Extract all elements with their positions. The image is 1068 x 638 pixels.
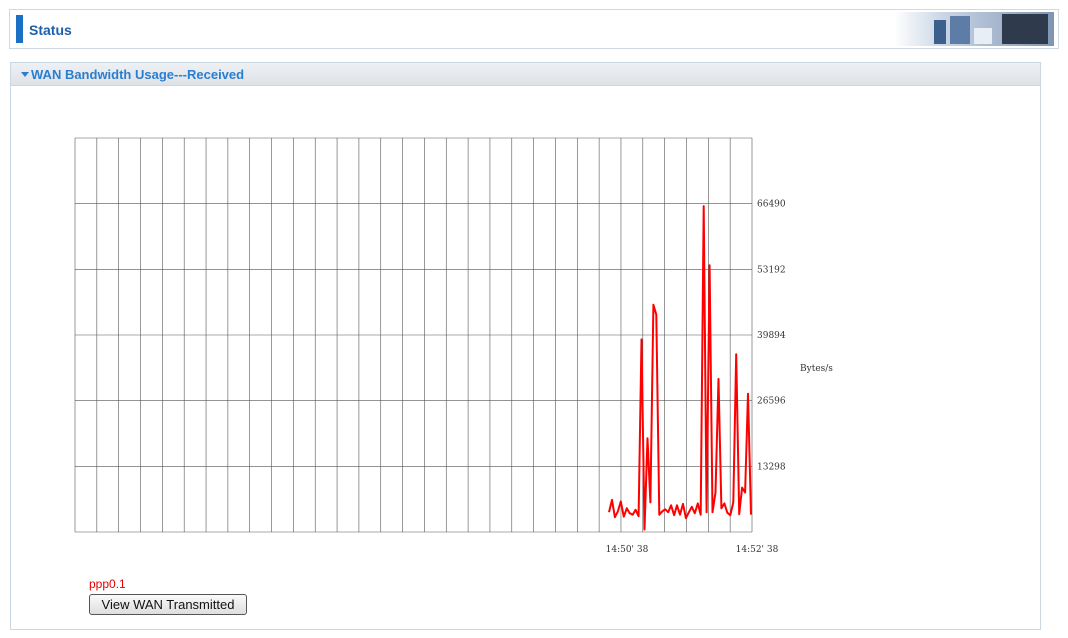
y-tick-label: 39894 — [757, 331, 786, 341]
bandwidth-chart: 13298 26596 39894 53192 66490 Bytes/s 14:50' 3… — [74, 137, 833, 555]
y-tick-label: 66490 — [757, 200, 786, 210]
x-tick-label: 14:52' 38 — [736, 545, 779, 555]
y-unit-label: Bytes/s — [800, 364, 833, 374]
legend-interface-label: ppp0.1 — [89, 577, 126, 591]
series-line-ppp0-1 — [608, 205, 752, 531]
view-wan-transmitted-button[interactable]: View WAN Transmitted — [89, 594, 247, 615]
y-tick-label: 13298 — [757, 462, 786, 472]
y-tick-label: 26596 — [757, 397, 786, 407]
x-tick-label: 14:50' 38 — [606, 545, 649, 555]
y-tick-label: 53192 — [757, 265, 786, 275]
